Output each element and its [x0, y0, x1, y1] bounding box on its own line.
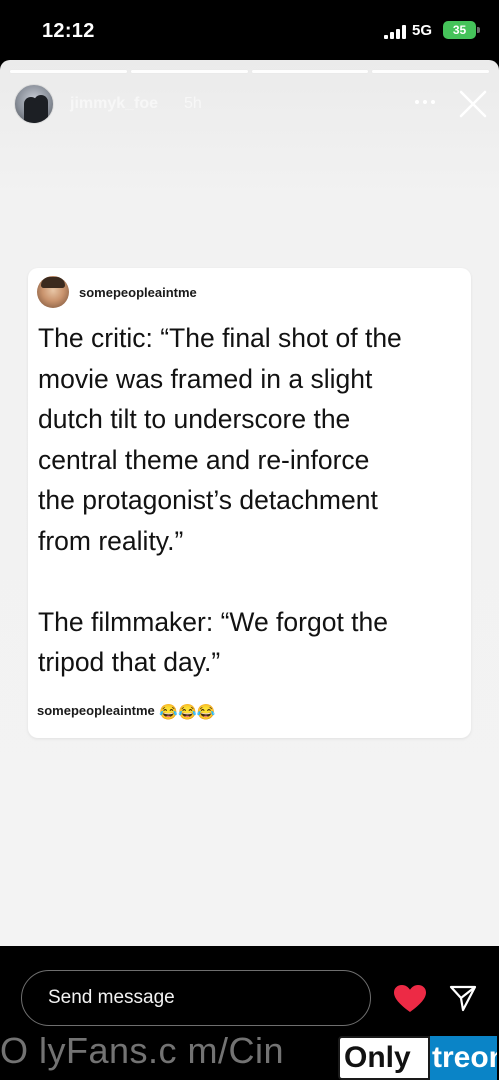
watermark-logo-only: Only: [338, 1036, 430, 1080]
post-author-avatar: [37, 276, 69, 308]
heart-icon[interactable]: [393, 984, 427, 1014]
laughing-emoji-icons: 😂😂😂: [159, 704, 216, 721]
story-timestamp: 5h: [184, 95, 202, 112]
close-icon[interactable]: [456, 87, 490, 121]
progress-segment: [130, 70, 248, 73]
post-caption: somepeopleaintme 😂😂😂: [37, 703, 215, 721]
watermark-logo: Only treon: [338, 1036, 497, 1080]
progress-segment: [251, 70, 369, 73]
watermark-logo-treon: treon: [430, 1036, 497, 1080]
story-username[interactable]: jimmyk_foe: [70, 95, 158, 113]
battery-cap: [477, 27, 480, 33]
story-viewer[interactable]: jimmyk_foe 5h somepeopleaintme The criti…: [0, 60, 499, 946]
post-text: The critic: “The final shot of the movie…: [38, 323, 402, 677]
battery-icon: 35: [443, 21, 476, 39]
network-type: 5G: [412, 22, 433, 39]
quote-post-card: somepeopleaintme The critic: “The final …: [28, 268, 471, 738]
send-icon[interactable]: [449, 984, 477, 1012]
story-author-avatar[interactable]: [14, 84, 54, 124]
more-horizontal-icon[interactable]: [410, 92, 440, 112]
post-author-name: somepeopleaintme: [79, 285, 197, 300]
cellular-signal-icon: [384, 25, 410, 39]
progress-segment: [372, 70, 489, 73]
send-message-input[interactable]: [21, 970, 371, 1026]
caption-author: somepeopleaintme: [37, 703, 155, 718]
watermark-text: O lyFans.c m/Cin: [0, 1030, 285, 1071]
progress-segment: [10, 70, 127, 73]
status-time: 12:12: [42, 20, 95, 42]
status-bar: 12:12 5G 35: [0, 0, 499, 58]
story-progress-bar: [10, 70, 489, 73]
